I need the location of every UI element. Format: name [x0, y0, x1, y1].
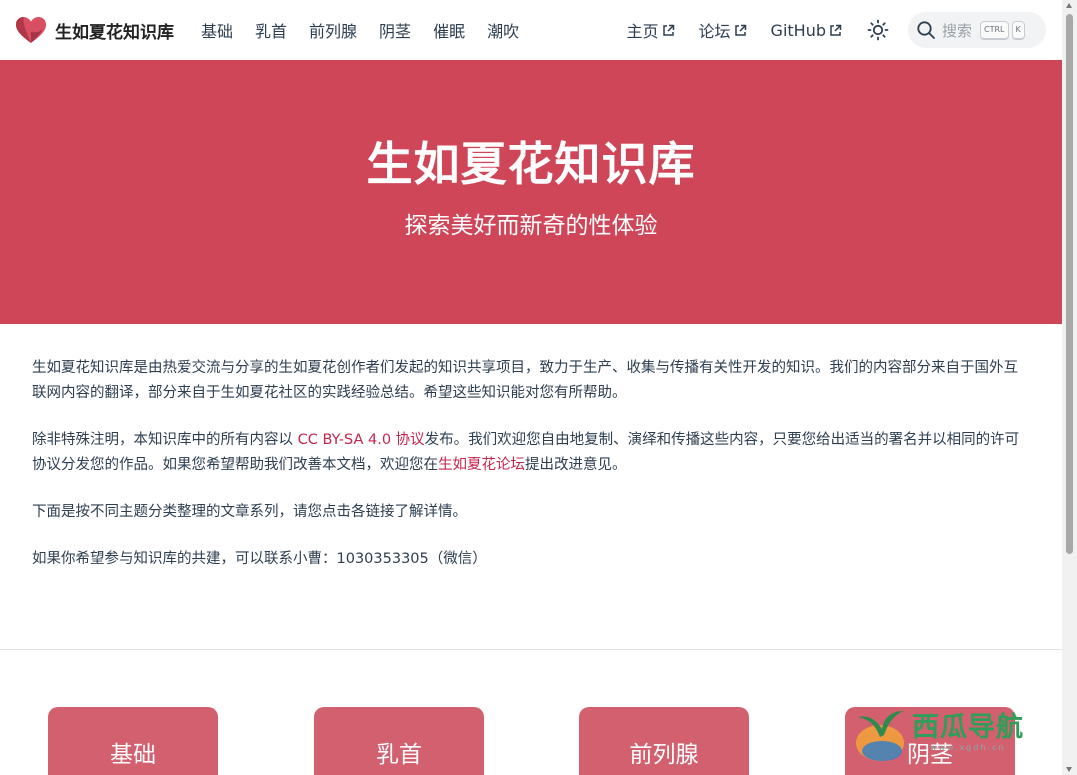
- hero-subtitle: 探索美好而新奇的性体验: [404, 213, 658, 239]
- external-link-icon: [734, 24, 746, 36]
- forum-link[interactable]: 生如夏花论坛: [438, 457, 525, 473]
- vertical-scrollbar[interactable]: [1062, 0, 1077, 775]
- search-button[interactable]: 搜索 CTRL K: [908, 12, 1046, 48]
- brand-link[interactable]: 生如夏花知识库: [15, 16, 174, 44]
- license-text-c: 提出改进意见。: [525, 457, 627, 473]
- nav-item-nipples[interactable]: 乳首: [255, 18, 287, 42]
- hero-banner: 生如夏花知识库 探索美好而新奇的性体验: [0, 60, 1062, 324]
- intro-content: 生如夏花知识库是由热爱交流与分享的生如夏花创作者们发起的知识共享项目，致力于生产…: [32, 356, 1032, 594]
- card-basics[interactable]: 基础: [48, 707, 218, 775]
- nav-link-github-label: GitHub: [770, 20, 826, 40]
- license-text-a: 除非特殊注明，本知识库中的所有内容以: [32, 432, 298, 448]
- nav-link-github[interactable]: GitHub: [771, 21, 842, 40]
- intro-paragraph: 生如夏花知识库是由热爱交流与分享的生如夏花创作者们发起的知识共享项目，致力于生产…: [32, 360, 1018, 401]
- main-nav: 基础 乳首 前列腺 阴茎 催眠 潮吹: [190, 18, 530, 42]
- watermark: 西瓜导航 www.xgdh.cn: [852, 703, 1062, 769]
- nav-link-home[interactable]: 主页: [627, 18, 675, 42]
- top-navbar: 生如夏花知识库 基础 乳首 前列腺 阴茎 催眠 潮吹 主页 论坛 GitHub: [0, 0, 1062, 60]
- nav-item-prostate[interactable]: 前列腺: [309, 18, 357, 42]
- external-link-icon: [662, 24, 674, 36]
- watermark-logo-icon: [856, 711, 904, 761]
- nav-item-hypnosis[interactable]: 催眠: [433, 18, 465, 42]
- page: 生如夏花知识库 基础 乳首 前列腺 阴茎 催眠 潮吹 主页 论坛 GitHub: [0, 0, 1062, 775]
- scroll-up-arrow-icon[interactable]: [1066, 3, 1072, 8]
- license-link[interactable]: CC BY-SA 4.0 协议: [298, 432, 425, 448]
- license-paragraph: 除非特殊注明，本知识库中的所有内容以 CC BY-SA 4.0 协议发布。我们欢…: [32, 428, 1032, 478]
- nav-link-home-label: 主页: [626, 22, 659, 41]
- series-paragraph: 下面是按不同主题分类整理的文章系列，请您点击各链接了解详情。: [32, 504, 467, 520]
- scroll-thumb[interactable]: [1066, 14, 1073, 554]
- theme-toggle-button[interactable]: [866, 18, 890, 42]
- kbd-k: K: [1011, 20, 1025, 40]
- heart-logo-icon: [15, 16, 47, 44]
- nav-link-forum[interactable]: 论坛: [699, 18, 747, 42]
- scroll-down-arrow-icon[interactable]: [1066, 767, 1072, 772]
- search-placeholder: 搜索: [942, 21, 973, 40]
- watermark-text: 西瓜导航: [912, 712, 1024, 743]
- nav-item-squirting[interactable]: 潮吹: [487, 18, 519, 42]
- external-link-icon: [830, 24, 842, 36]
- kbd-ctrl: CTRL: [980, 20, 1009, 40]
- watermark-url: www.xgdh.cn: [930, 743, 1006, 752]
- card-nipples[interactable]: 乳首: [314, 707, 484, 775]
- section-divider: [0, 649, 1062, 650]
- nav-right: 主页 论坛 GitHub 搜索 CTRL K: [603, 12, 1046, 48]
- nav-link-forum-label: 论坛: [698, 22, 731, 41]
- search-icon: [917, 21, 935, 39]
- brand-name: 生如夏花知识库: [55, 22, 174, 43]
- search-shortcut: CTRL K: [980, 20, 1028, 40]
- card-prostate[interactable]: 前列腺: [579, 707, 749, 775]
- sun-icon: [867, 19, 889, 41]
- contact-paragraph: 如果你希望参与知识库的共建，可以联系小曹：1030353305（微信）: [32, 551, 487, 567]
- nav-item-penis[interactable]: 阴茎: [379, 18, 411, 42]
- hero-title: 生如夏花知识库: [366, 137, 696, 191]
- nav-item-basics[interactable]: 基础: [201, 18, 233, 42]
